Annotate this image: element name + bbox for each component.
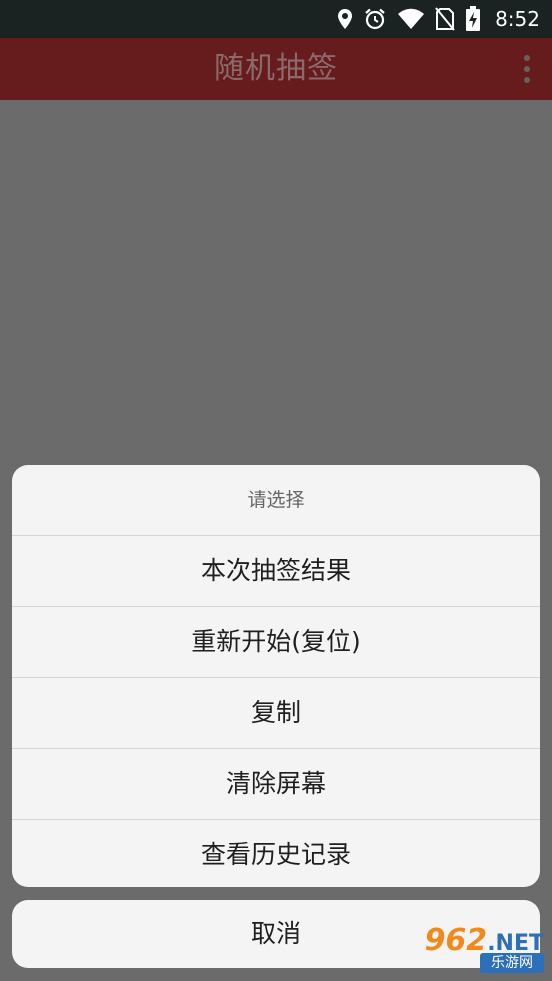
site-watermark-logo: 962.NET 乐游网 <box>406 923 544 975</box>
location-icon <box>338 9 353 29</box>
no-sim-icon <box>435 7 455 31</box>
watermark-number: 962 <box>424 923 488 958</box>
action-sheet-title: 请选择 <box>12 465 540 536</box>
watermark-site-name: 乐游网 <box>480 953 544 973</box>
option-restart-reset[interactable]: 重新开始(复位) <box>12 607 540 678</box>
wifi-icon <box>398 8 425 29</box>
alarm-icon <box>365 8 385 30</box>
option-clear-screen[interactable]: 清除屏幕 <box>12 749 540 820</box>
option-view-history[interactable]: 查看历史记录 <box>12 820 540 887</box>
app-bar: 随机抽签 <box>0 38 552 100</box>
action-sheet: 请选择 本次抽签结果 重新开始(复位) 复制 清除屏幕 查看历史记录 <box>12 465 540 887</box>
clock: 8:52 <box>495 7 540 31</box>
option-copy[interactable]: 复制 <box>12 678 540 749</box>
status-icons: 8:52 <box>337 0 540 38</box>
status-bar: 8:52 <box>0 0 552 38</box>
option-draw-result[interactable]: 本次抽签结果 <box>12 536 540 607</box>
overflow-menu-icon[interactable] <box>522 52 532 86</box>
battery-charging-icon <box>466 6 481 31</box>
app-title: 随机抽签 <box>214 51 338 86</box>
